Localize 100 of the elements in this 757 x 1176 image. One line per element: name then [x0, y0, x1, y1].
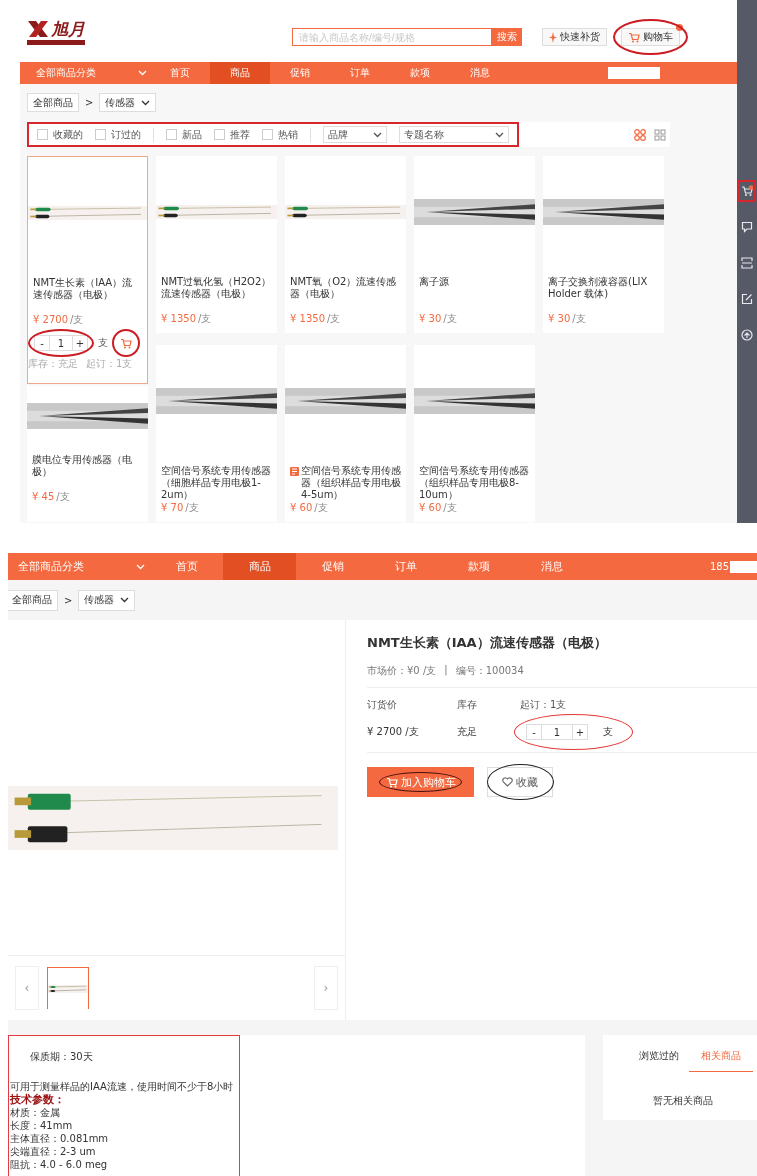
- edit-icon: [741, 293, 753, 305]
- filter-checkbox[interactable]: 收藏的: [37, 127, 83, 142]
- product-card[interactable]: 离子源 ¥ 30 /支: [414, 156, 535, 333]
- annotation-ellipse: [28, 329, 94, 357]
- minus-button[interactable]: -: [34, 335, 50, 351]
- price-label: 订货价: [367, 698, 398, 712]
- spec-line: 尖端直径：2-3 um: [10, 1145, 97, 1158]
- filter-checkbox[interactable]: 热销: [262, 127, 298, 142]
- thumbnail[interactable]: [47, 967, 89, 1009]
- cart-icon: [741, 185, 753, 197]
- product-name[interactable]: 离子交换剂液容器(LIX Holder 载体): [548, 276, 659, 300]
- sidebar-button[interactable]: [738, 180, 756, 202]
- badge-dot: [676, 24, 683, 31]
- grid-view-icon[interactable]: [634, 128, 646, 141]
- favorite-button[interactable]: 收藏: [487, 767, 553, 797]
- plus-button[interactable]: +: [72, 335, 88, 351]
- caret-icon: [120, 597, 130, 603]
- breadcrumb-link[interactable]: 全部商品: [8, 589, 58, 611]
- product-card[interactable]: NMT生长素（IAA）流速传感器（电极） ¥ 2700 /支 - 1 + 支 库存：充足 起订：1支: [27, 156, 148, 384]
- price-unit: /支: [572, 312, 586, 326]
- quantity-field[interactable]: 1: [50, 335, 72, 351]
- minus-button[interactable]: -: [526, 724, 542, 740]
- specs-heading: 技术参数：: [10, 1093, 66, 1106]
- tile-view-icon[interactable]: [654, 128, 666, 141]
- filter-dropdown[interactable]: 品牌: [323, 126, 387, 143]
- product-price: ¥ 30: [419, 313, 442, 324]
- order-price: ¥ 2700 /支: [367, 725, 420, 739]
- breadcrumb-separator: >: [85, 97, 94, 108]
- filter-checkbox[interactable]: 推荐: [214, 127, 250, 142]
- user-name-field: [608, 67, 660, 79]
- product-price: ¥ 70: [161, 502, 184, 513]
- product-card[interactable]: 空间信号系统专用传感器（组织样品专用电极4-5um） ¥ 60 /支: [285, 345, 406, 522]
- breadcrumb-separator: >: [64, 594, 73, 606]
- user-name-field: [730, 560, 757, 573]
- nav-tab[interactable]: 商品: [210, 62, 270, 84]
- caret-icon: [495, 131, 504, 138]
- product-name[interactable]: 离子源: [419, 276, 449, 288]
- nav-tab[interactable]: 商品: [223, 553, 296, 580]
- breadcrumb-link[interactable]: 全部商品: [27, 93, 79, 112]
- unit-label: 支: [98, 336, 108, 350]
- price-unit: /支: [443, 312, 457, 326]
- cart-icon: [628, 31, 640, 43]
- price-unit: /支: [70, 313, 84, 327]
- unit-label: 支: [603, 725, 613, 739]
- product-name[interactable]: NMT生长素（IAA）流速传感器（电极）: [33, 277, 142, 301]
- product-card[interactable]: 膜电位专用传感器（电极） ¥ 45 /支: [27, 386, 148, 522]
- tag-icon: [290, 467, 299, 476]
- separator: |: [444, 664, 448, 678]
- product-price: ¥ 45: [32, 491, 55, 502]
- shelf-life: 保质期：30天: [29, 1050, 94, 1063]
- product-card[interactable]: NMT过氧化氢（H2O2）流速传感器（电极） ¥ 1350 /支: [156, 156, 277, 333]
- product-price: ¥ 1350: [161, 313, 196, 324]
- empty-message: 暂无相关商品: [653, 1094, 714, 1108]
- cart-icon: [120, 337, 132, 349]
- chat-icon: [741, 221, 753, 233]
- filter-checkbox[interactable]: 订过的: [95, 127, 141, 142]
- plus-button[interactable]: +: [572, 724, 588, 740]
- product-price: ¥ 2700: [33, 314, 68, 325]
- caret-icon: [138, 70, 147, 76]
- spec-line: 阻抗：4.0 - 6.0 meg: [10, 1158, 109, 1171]
- caret-icon: [136, 563, 145, 570]
- filter-checkbox[interactable]: 新品: [166, 127, 202, 142]
- product-name[interactable]: 空间信号系统专用传感器（组织样品专用电极8-10um）: [419, 465, 530, 501]
- price-unit: /支: [327, 312, 341, 326]
- category-dropdown[interactable]: 传感器: [78, 589, 136, 611]
- product-name[interactable]: NMT过氧化氢（H2O2）流速传感器（电极）: [161, 276, 272, 300]
- product-name[interactable]: 空间信号系统专用传感器（细胞样品专用电极1-2um）: [161, 465, 272, 501]
- caret-icon: [373, 131, 382, 138]
- spec-line: 长度：41mm: [10, 1119, 74, 1132]
- logo-mark-icon: [27, 20, 49, 38]
- product-card[interactable]: 离子交换剂液容器(LIX Holder 载体) ¥ 30 /支: [543, 156, 664, 333]
- tab[interactable]: 浏览过的: [633, 1035, 685, 1072]
- min-order-label: 起订：1支: [520, 698, 568, 712]
- product-summary: 可用于测量样品的IAA流速，使用时间不少于8小时: [10, 1080, 234, 1093]
- stock-status: 充足: [457, 725, 478, 739]
- filter-dropdown[interactable]: 专题名称: [399, 126, 509, 143]
- category-dropdown[interactable]: 传感器: [99, 93, 157, 112]
- caret-icon: [141, 99, 151, 106]
- product-price: ¥ 60: [290, 502, 313, 513]
- product-price: ¥ 60: [419, 502, 442, 513]
- price-unit: /支: [198, 312, 212, 326]
- product-name[interactable]: 膜电位专用传感器（电极）: [32, 454, 143, 478]
- product-title: NMT生长素（IAA）流速传感器（电极）: [367, 634, 608, 652]
- quick-restock-button[interactable]: 快速补货: [542, 28, 607, 46]
- product-card[interactable]: 空间信号系统专用传感器（细胞样品专用电极1-2um） ¥ 70 /支: [156, 345, 277, 522]
- product-name[interactable]: NMT氧（O2）流速传感器（电极）: [290, 276, 401, 300]
- price-unit: /支: [314, 501, 328, 515]
- price-unit: /支: [56, 490, 70, 504]
- market-price: 市场价：¥0 /支: [367, 664, 437, 678]
- sparkle-icon: [549, 31, 557, 43]
- product-price: ¥ 30: [548, 313, 571, 324]
- product-name[interactable]: 空间信号系统专用传感器（组织样品专用电极4-5um）: [301, 465, 401, 501]
- quantity-field[interactable]: 1: [542, 724, 572, 740]
- back-to-top-icon: [741, 329, 753, 341]
- logo[interactable]: 旭月: [27, 20, 85, 45]
- heart-icon: [502, 777, 513, 787]
- product-card[interactable]: NMT氧（O2）流速传感器（电极） ¥ 1350 /支: [285, 156, 406, 333]
- product-card[interactable]: 空间信号系统专用传感器（组织样品专用电极8-10um） ¥ 60 /支: [414, 345, 535, 522]
- product-price: ¥ 1350: [290, 313, 325, 324]
- spec-line: 材质：金属: [10, 1106, 61, 1119]
